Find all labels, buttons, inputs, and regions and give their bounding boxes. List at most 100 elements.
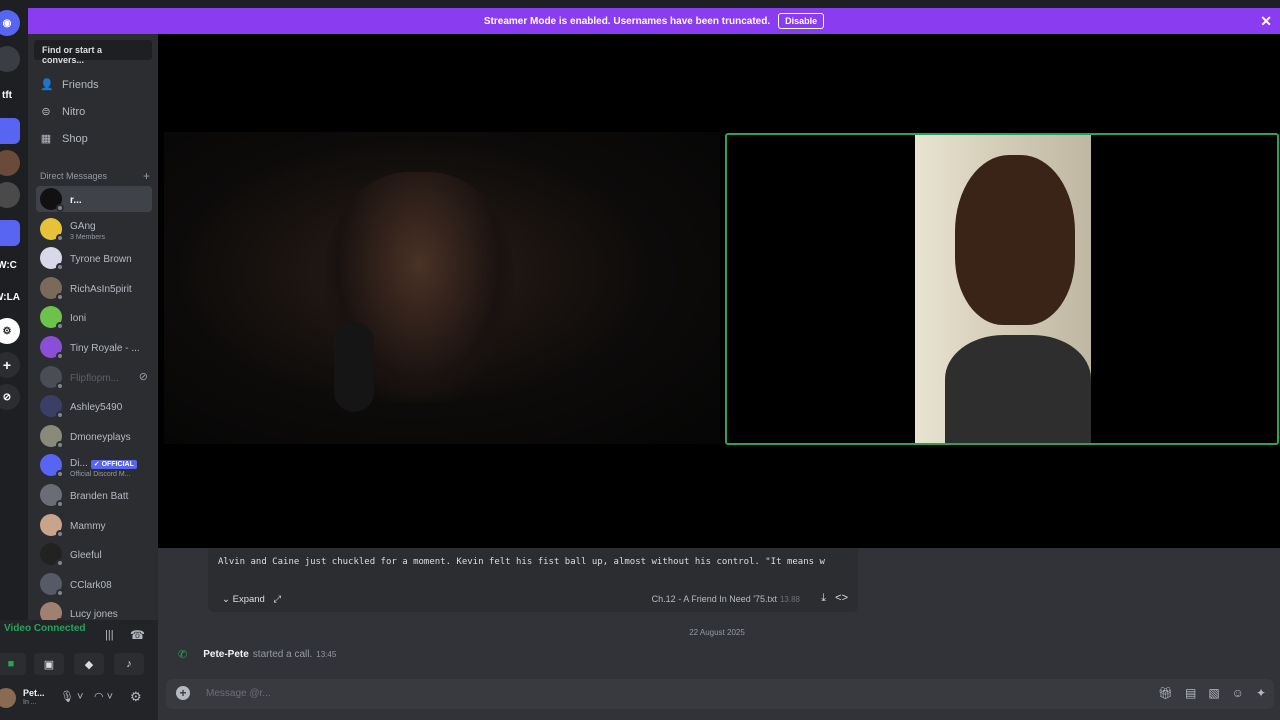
server-icon[interactable] (0, 150, 20, 176)
close-icon[interactable]: ✕ (1260, 13, 1272, 30)
dm-item[interactable]: Mammy (36, 512, 152, 538)
mic-icon[interactable]: 🎙︎ ˅ (60, 690, 83, 703)
server-icon[interactable] (0, 182, 20, 208)
phone-icon: ✆ (178, 649, 188, 661)
video-tile-speaking[interactable] (725, 133, 1279, 445)
nav-label: Shop (62, 133, 88, 145)
avatar (40, 336, 64, 360)
composer-icons: 🎁︎ ▤ ▧ ☺ ✦ (1158, 686, 1266, 700)
disconnect-icon[interactable]: ☎ (130, 628, 145, 642)
dm-name: CClark08 (70, 579, 112, 591)
avatar (40, 424, 64, 449)
server-folder-icon[interactable] (0, 118, 20, 144)
dm-item[interactable]: Di... ✓ OFFICIAL Official Discord M... (36, 452, 152, 479)
expand-button[interactable]: ⌄ Expand ⤢ (222, 594, 281, 605)
dm-text: GAng 3 Members (70, 216, 105, 241)
status-indicator (56, 204, 64, 212)
dm-item[interactable]: Ioni (36, 304, 152, 331)
chat-area: Alvin and Caine just chuckled for a mome… (158, 548, 1280, 676)
screen-share-button[interactable]: ▣ (34, 653, 64, 675)
file-attachment-card: Alvin and Caine just chuckled for a mome… (208, 548, 858, 612)
status-indicator (56, 588, 64, 597)
sticker-icon[interactable]: ▧ (1208, 686, 1219, 700)
microphone-shape (334, 322, 374, 412)
dm-text: Lucy jones (70, 604, 118, 620)
user-panel: Pet... In ... 🎙︎ ˅ ◠ ˅ ⚙ (0, 682, 158, 718)
friends-icon: 👤 (40, 79, 54, 91)
date-divider: 22 August 2025 (689, 628, 745, 637)
system-message: ✆ Pete-Pete started a call. 13:45 (178, 649, 337, 661)
dm-text: Branden Batt (70, 486, 128, 504)
nav-label: Nitro (62, 106, 86, 118)
dm-name: Tiny Royale - ... (70, 343, 140, 354)
dm-text: Mammy (70, 516, 106, 534)
activity-button[interactable]: ◆ (74, 653, 104, 675)
expand-arrows-icon: ⤢ (273, 594, 282, 605)
conversation-search-input[interactable]: Find or start a convers... (34, 40, 152, 65)
avatar (40, 513, 64, 538)
apps-icon[interactable]: ✦ (1256, 686, 1266, 700)
disable-streamer-mode-button[interactable]: Disable (778, 13, 825, 29)
dm-item[interactable]: Lucy jones (36, 600, 152, 620)
server-icon[interactable]: ⚙ (0, 318, 20, 344)
camera-button[interactable]: ■ (0, 653, 26, 675)
server-icon-wc[interactable]: W:C (0, 252, 20, 278)
dm-item[interactable]: Tiny Royale - ... (36, 334, 152, 360)
status-indicator (56, 381, 64, 390)
avatar (40, 188, 64, 212)
dm-item[interactable]: Ashley5490 (36, 393, 152, 420)
system-message-user[interactable]: Pete-Pete (203, 649, 249, 660)
status-indicator (56, 559, 64, 568)
code-view-icon[interactable]: <> (835, 592, 848, 604)
blocked-icon: ⊘ (138, 371, 148, 384)
create-dm-icon[interactable]: + (143, 169, 150, 183)
dm-item[interactable]: CClark08 (36, 571, 152, 597)
noise-suppression-icon[interactable]: ||| (105, 629, 114, 641)
dm-name: Ioni (70, 313, 87, 325)
headset-icon[interactable]: ◠ ˅ (94, 690, 113, 703)
dm-name: RichAsIn5pirit (70, 283, 132, 295)
avatar[interactable] (0, 688, 16, 708)
chevron-down-icon: ⌄ (222, 594, 230, 605)
dm-item[interactable]: r... (36, 186, 152, 212)
dm-item[interactable]: Flipflopm... ⊘ (36, 364, 152, 390)
gif-icon[interactable]: ▤ (1185, 686, 1196, 700)
gift-icon[interactable]: 🎁︎ (1158, 686, 1173, 700)
dm-name: Mammy (70, 520, 106, 532)
server-folder-icon[interactable] (0, 220, 20, 246)
nav-friends[interactable]: 👤 Friends (40, 76, 99, 94)
status-indicator (56, 470, 64, 479)
avatar (40, 602, 64, 620)
settings-gear-icon[interactable]: ⚙ (130, 689, 142, 705)
server-icon[interactable] (0, 46, 20, 72)
discord-home-icon[interactable]: ◉ (0, 10, 20, 36)
add-server-icon[interactable]: + (0, 352, 20, 378)
server-icon-wla[interactable]: W:LA (0, 284, 20, 310)
face-shape (955, 155, 1075, 325)
dm-item[interactable]: Branden Batt (36, 482, 152, 508)
dm-item[interactable]: Tyrone Brown (36, 245, 152, 272)
nav-nitro[interactable]: ⊜ Nitro (40, 103, 85, 121)
download-icon[interactable]: ⤓ (821, 592, 826, 604)
avatar (40, 543, 64, 568)
video-tile-remote[interactable] (164, 132, 720, 444)
dm-item[interactable]: Gleeful (36, 541, 152, 568)
dm-item[interactable]: Dmoneyplays (36, 423, 152, 449)
server-icon-tft[interactable]: tft (0, 82, 20, 108)
message-input[interactable]: + Message @r... 🎁︎ ▤ ▧ ☺ ✦ (166, 679, 1274, 709)
shop-icon: ▦ (40, 133, 52, 145)
emoji-icon[interactable]: ☺ (1232, 686, 1244, 700)
user-name: Pet... (23, 688, 45, 698)
dm-item[interactable]: GAng 3 Members (36, 216, 152, 242)
discover-icon[interactable]: ⊘ (0, 384, 20, 410)
dm-text: Di... ✓ OFFICIAL Official Discord M... (70, 453, 137, 478)
avatar (40, 365, 64, 390)
attach-plus-icon[interactable]: + (176, 686, 190, 700)
nitro-icon: ⊜ (41, 106, 51, 118)
dm-subtitle: Official Discord M... (70, 470, 131, 478)
soundboard-button[interactable]: ♪ (114, 653, 144, 675)
nav-shop[interactable]: ▦ Shop (40, 130, 88, 148)
file-preview-text: Alvin and Caine just chuckled for a mome… (218, 557, 825, 567)
dm-name: Di... (70, 457, 88, 469)
dm-item[interactable]: RichAsIn5pirit (36, 275, 152, 301)
